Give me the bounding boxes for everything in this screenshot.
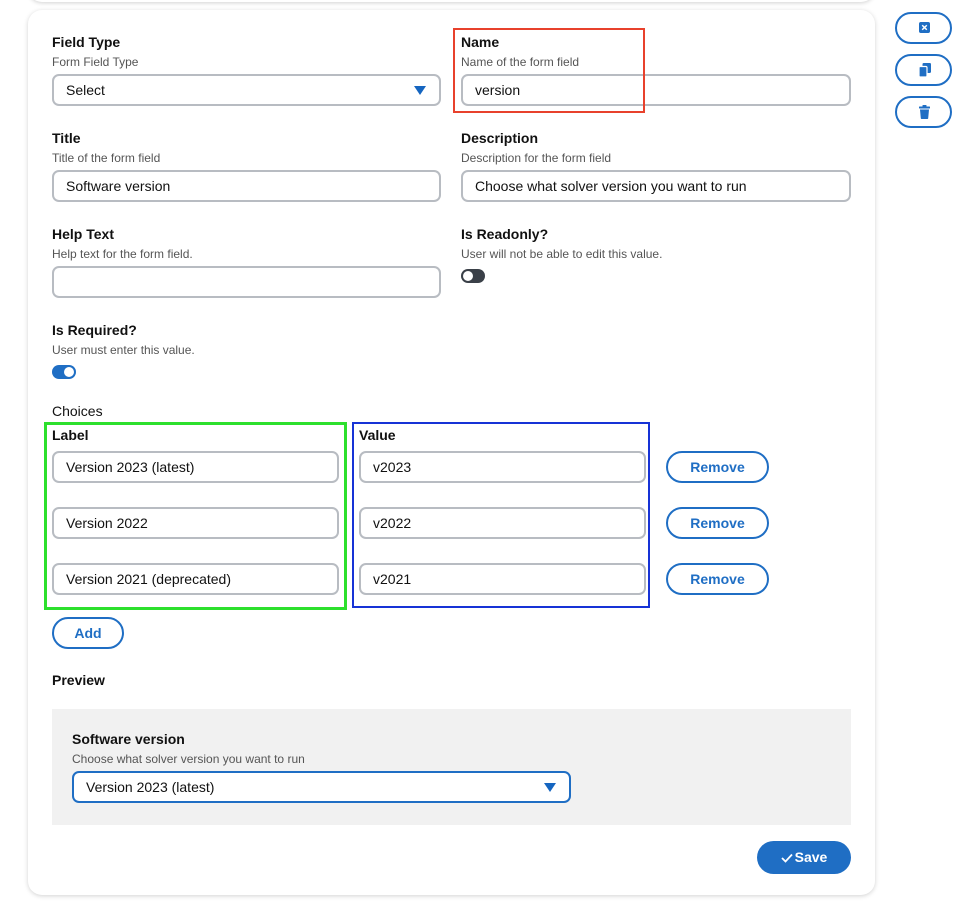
name-value: version [475,82,521,98]
chevron-down-icon [414,86,426,95]
field-type-label: Field Type [52,34,121,50]
toggle-knob [463,271,473,281]
name-help: Name of the form field [461,55,580,69]
copy-field-button[interactable] [895,54,952,86]
preview-select[interactable]: Version 2023 (latest) [72,771,571,803]
toggle-knob [64,367,74,377]
is-readonly-label: Is Readonly? [461,226,549,242]
trash-icon [919,105,930,119]
add-choice-button[interactable]: Add [52,617,124,649]
checkmark-icon [781,853,793,863]
preview-panel: Software version Choose what solver vers… [52,709,851,825]
chevron-down-icon [544,783,556,792]
choice-value-value: v2022 [373,515,412,531]
description-help: Description for the form field [461,151,612,165]
title-input[interactable]: Software version [52,170,441,202]
title-help: Title of the form field [52,151,161,165]
description-value: Choose what solver version you want to r… [475,178,747,194]
remove-choice-button[interactable]: Remove [666,507,769,539]
name-label: Name [461,34,500,50]
choice-label-input[interactable]: Version 2022 [52,507,339,539]
choice-label-input[interactable]: Version 2021 (deprecated) [52,563,339,595]
preview-heading: Preview [52,672,105,688]
name-input[interactable]: version [461,74,851,106]
choices-heading: Choices [52,403,103,419]
form-field-editor-card: Field Type Form Field Type Select Name N… [28,10,875,895]
choices-value-header: Value [359,427,396,443]
is-required-help: User must enter this value. [52,343,195,357]
close-icon [919,22,930,33]
save-label: Save [794,849,828,865]
remove-choice-button[interactable]: Remove [666,563,769,595]
choice-label-value: Version 2022 [66,515,148,531]
choice-label-value: Version 2023 (latest) [66,459,195,475]
preview-field-title: Software version [72,731,185,747]
choice-value-input[interactable]: v2022 [359,507,646,539]
choice-label-value: Version 2021 (deprecated) [66,571,231,587]
description-label: Description [461,130,539,146]
is-readonly-help: User will not be able to edit this value… [461,247,663,261]
title-label: Title [52,130,81,146]
is-required-label: Is Required? [52,322,137,338]
is-required-toggle[interactable] [52,365,76,379]
copy-icon [919,63,931,77]
choices-label-header: Label [52,427,89,443]
choice-label-input[interactable]: Version 2023 (latest) [52,451,339,483]
field-type-help: Form Field Type [52,55,139,69]
description-input[interactable]: Choose what solver version you want to r… [461,170,851,202]
help-text-input[interactable] [52,266,441,298]
help-text-label: Help Text [52,226,114,242]
is-readonly-toggle[interactable] [461,269,485,283]
close-field-button[interactable] [895,12,952,44]
choice-value-input[interactable]: v2023 [359,451,646,483]
field-type-value: Select [66,82,105,98]
title-value: Software version [66,178,171,194]
previous-card [28,0,875,2]
save-button[interactable]: Save [757,841,851,874]
help-text-help: Help text for the form field. [52,247,193,261]
choice-value-value: v2023 [373,459,412,475]
remove-choice-button[interactable]: Remove [666,451,769,483]
choice-value-value: v2021 [373,571,412,587]
preview-field-description: Choose what solver version you want to r… [72,752,305,766]
field-type-select[interactable]: Select [52,74,441,106]
choice-value-input[interactable]: v2021 [359,563,646,595]
preview-select-value: Version 2023 (latest) [86,779,215,795]
delete-field-button[interactable] [895,96,952,128]
